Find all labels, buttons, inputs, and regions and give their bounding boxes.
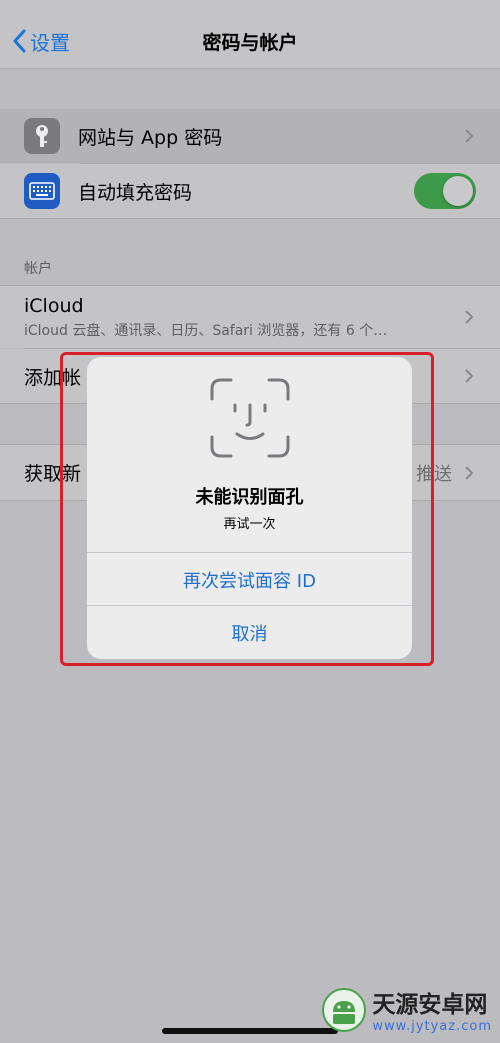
chevron-right-icon — [465, 369, 474, 383]
cancel-button[interactable]: 取消 — [87, 605, 412, 659]
toggle-knob — [443, 176, 473, 206]
autofill-toggle[interactable] — [414, 173, 476, 209]
retry-face-id-button[interactable]: 再次尝试面容 ID — [87, 552, 412, 606]
icloud-detail: iCloud 云盘、通讯录、日历、Safari 浏览器，还有 6 个… — [24, 322, 388, 339]
android-robot-icon — [322, 987, 367, 1032]
face-id-icon — [210, 378, 290, 458]
watermark-name: 天源安卓网 — [372, 992, 488, 1018]
website-app-passwords-label: 网站与 App 密码 — [78, 126, 223, 149]
navigation-bar: 设置 密码与帐户 — [0, 0, 500, 69]
icloud-title: iCloud — [24, 294, 84, 317]
chevron-right-icon — [465, 129, 474, 143]
face-id-alert: 未能识别面孔 再试一次 再次尝试面容 ID 取消 — [87, 357, 412, 659]
autofill-passwords-row: 自动填充密码 — [0, 164, 500, 218]
autofill-passwords-label: 自动填充密码 — [78, 181, 193, 204]
keyboard-icon — [24, 173, 60, 209]
watermark-url: www.jytyaz.com — [372, 1019, 492, 1034]
alert-title: 未能识别面孔 — [195, 487, 304, 508]
chevron-right-icon — [465, 310, 474, 324]
home-indicator[interactable] — [162, 1028, 338, 1034]
alert-subtitle: 再试一次 — [223, 517, 276, 532]
chevron-right-icon — [465, 465, 474, 480]
page-title: 密码与帐户 — [202, 32, 298, 54]
key-icon — [24, 118, 60, 154]
accounts-section-header: 帐户 — [24, 261, 52, 277]
watermark: 天源安卓网 www.jytyaz.com — [322, 985, 492, 1034]
website-app-passwords-row[interactable]: 网站与 App 密码 — [0, 109, 500, 163]
divider — [0, 218, 500, 219]
icloud-account-row[interactable]: iCloud iCloud 云盘、通讯录、日历、Safari 浏览器，还有 6 … — [0, 286, 500, 348]
